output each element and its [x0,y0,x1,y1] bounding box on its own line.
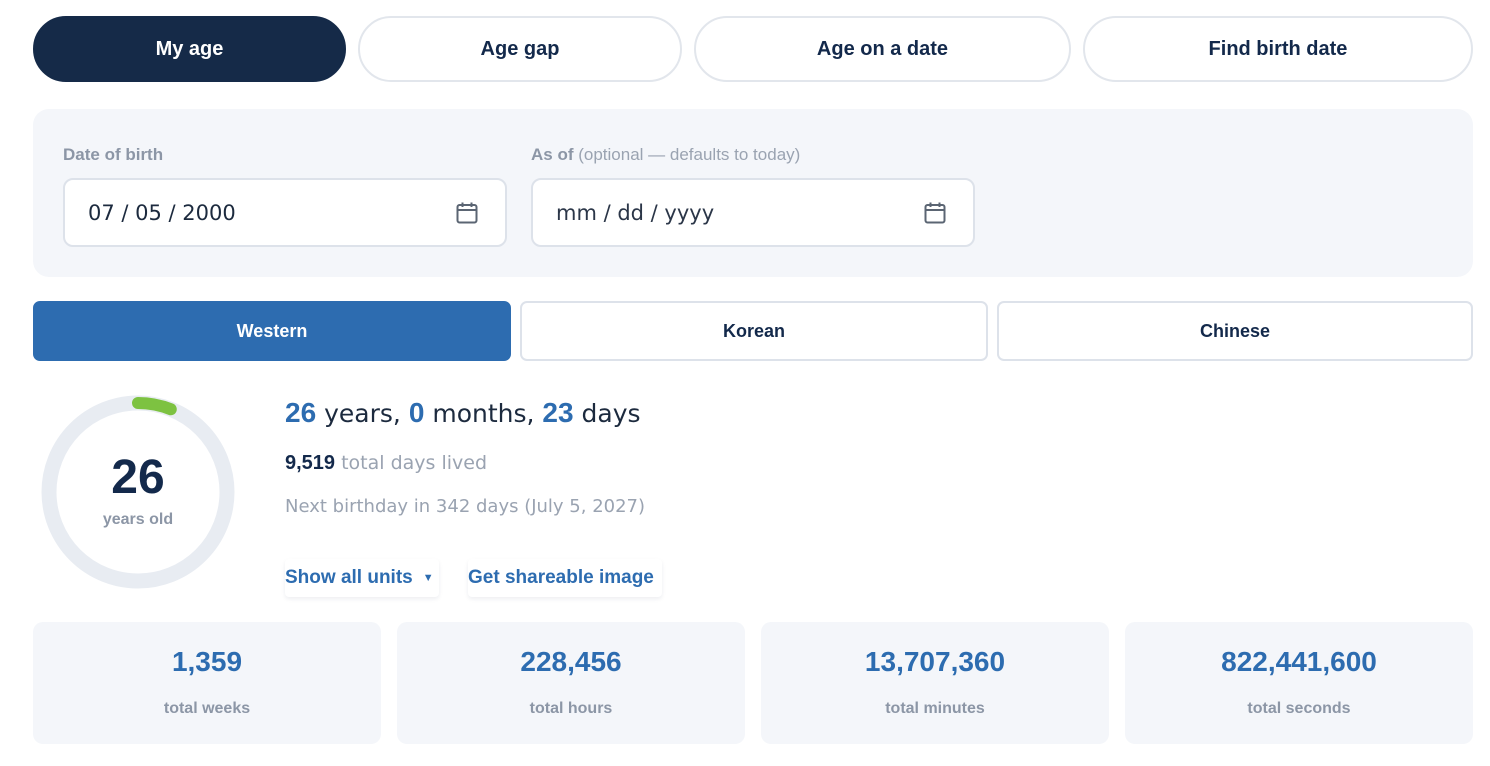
get-shareable-image-button[interactable]: Get shareable image [468,559,662,597]
as-of-placeholder: mm / dd / yyyy [556,200,715,225]
total-days-text: total days lived [341,452,488,474]
get-shareable-image-label: Get shareable image [468,567,654,588]
calendar-icon[interactable] [923,201,947,225]
date-of-birth-label: Date of birth [63,145,163,165]
show-all-units-button[interactable]: Show all units ▼ [285,559,439,597]
months-count: 0 [408,397,425,428]
mode-tabs: My age Age gap Age on a date Find birth … [33,16,1473,82]
stat-label: total minutes [885,700,985,717]
as-of-hint: (optional — defaults to today) [578,145,801,164]
stat-card-weeks: 1,359 total weeks [33,622,381,744]
months-word: months, [432,399,535,428]
show-all-units-label: Show all units [285,567,413,588]
as-of-label: As of (optional — defaults to today) [531,145,800,165]
total-days-count: 9,519 [285,452,336,474]
stat-card-seconds: 822,441,600 total seconds [1125,622,1473,744]
stat-card-hours: 228,456 total hours [397,622,745,744]
stat-value: 13,707,360 [864,646,1006,677]
calendar-system-tabs: Western Korean Chinese [33,301,1473,361]
days-count: 23 [542,397,574,428]
years-word: years, [324,399,401,428]
calendar-icon[interactable] [455,201,479,225]
stat-label: total hours [529,700,613,717]
stat-label: total seconds [1247,700,1351,717]
age-years-big: 26 [111,451,165,504]
age-breakdown: 26 years, 0 months, 23 days [285,397,641,429]
as-of-label-text: As of [531,145,574,164]
years-count: 26 [285,397,317,428]
total-days-lived: 9,519 total days lived [285,452,487,475]
years-old-caption: years old [102,511,174,528]
stat-value: 1,359 [171,646,243,677]
stat-value: 822,441,600 [1221,646,1377,677]
days-word: days [581,399,641,428]
tab-western[interactable]: Western [33,301,511,361]
date-of-birth-input[interactable]: 07 / 05 / 2000 [63,178,507,247]
stat-card-minutes: 13,707,360 total minutes [761,622,1109,744]
tab-my-age[interactable]: My age [33,16,346,82]
stat-value: 228,456 [520,646,622,677]
next-birthday-text: Next birthday in 342 days (July 5, 2027) [285,496,646,517]
date-input-panel: Date of birth 07 / 05 / 2000 As of (opti… [33,109,1473,277]
date-of-birth-value: 07 / 05 / 2000 [88,200,236,225]
stat-label: total weeks [163,700,251,717]
tab-chinese[interactable]: Chinese [997,301,1473,361]
date-of-birth-label-text: Date of birth [63,145,164,164]
tab-find-birth-date[interactable]: Find birth date [1083,16,1473,82]
caret-down-icon: ▼ [422,572,434,584]
tab-korean[interactable]: Korean [520,301,988,361]
tab-age-gap[interactable]: Age gap [358,16,682,82]
tab-age-on-a-date[interactable]: Age on a date [694,16,1071,82]
as-of-input[interactable]: mm / dd / yyyy [531,178,975,247]
